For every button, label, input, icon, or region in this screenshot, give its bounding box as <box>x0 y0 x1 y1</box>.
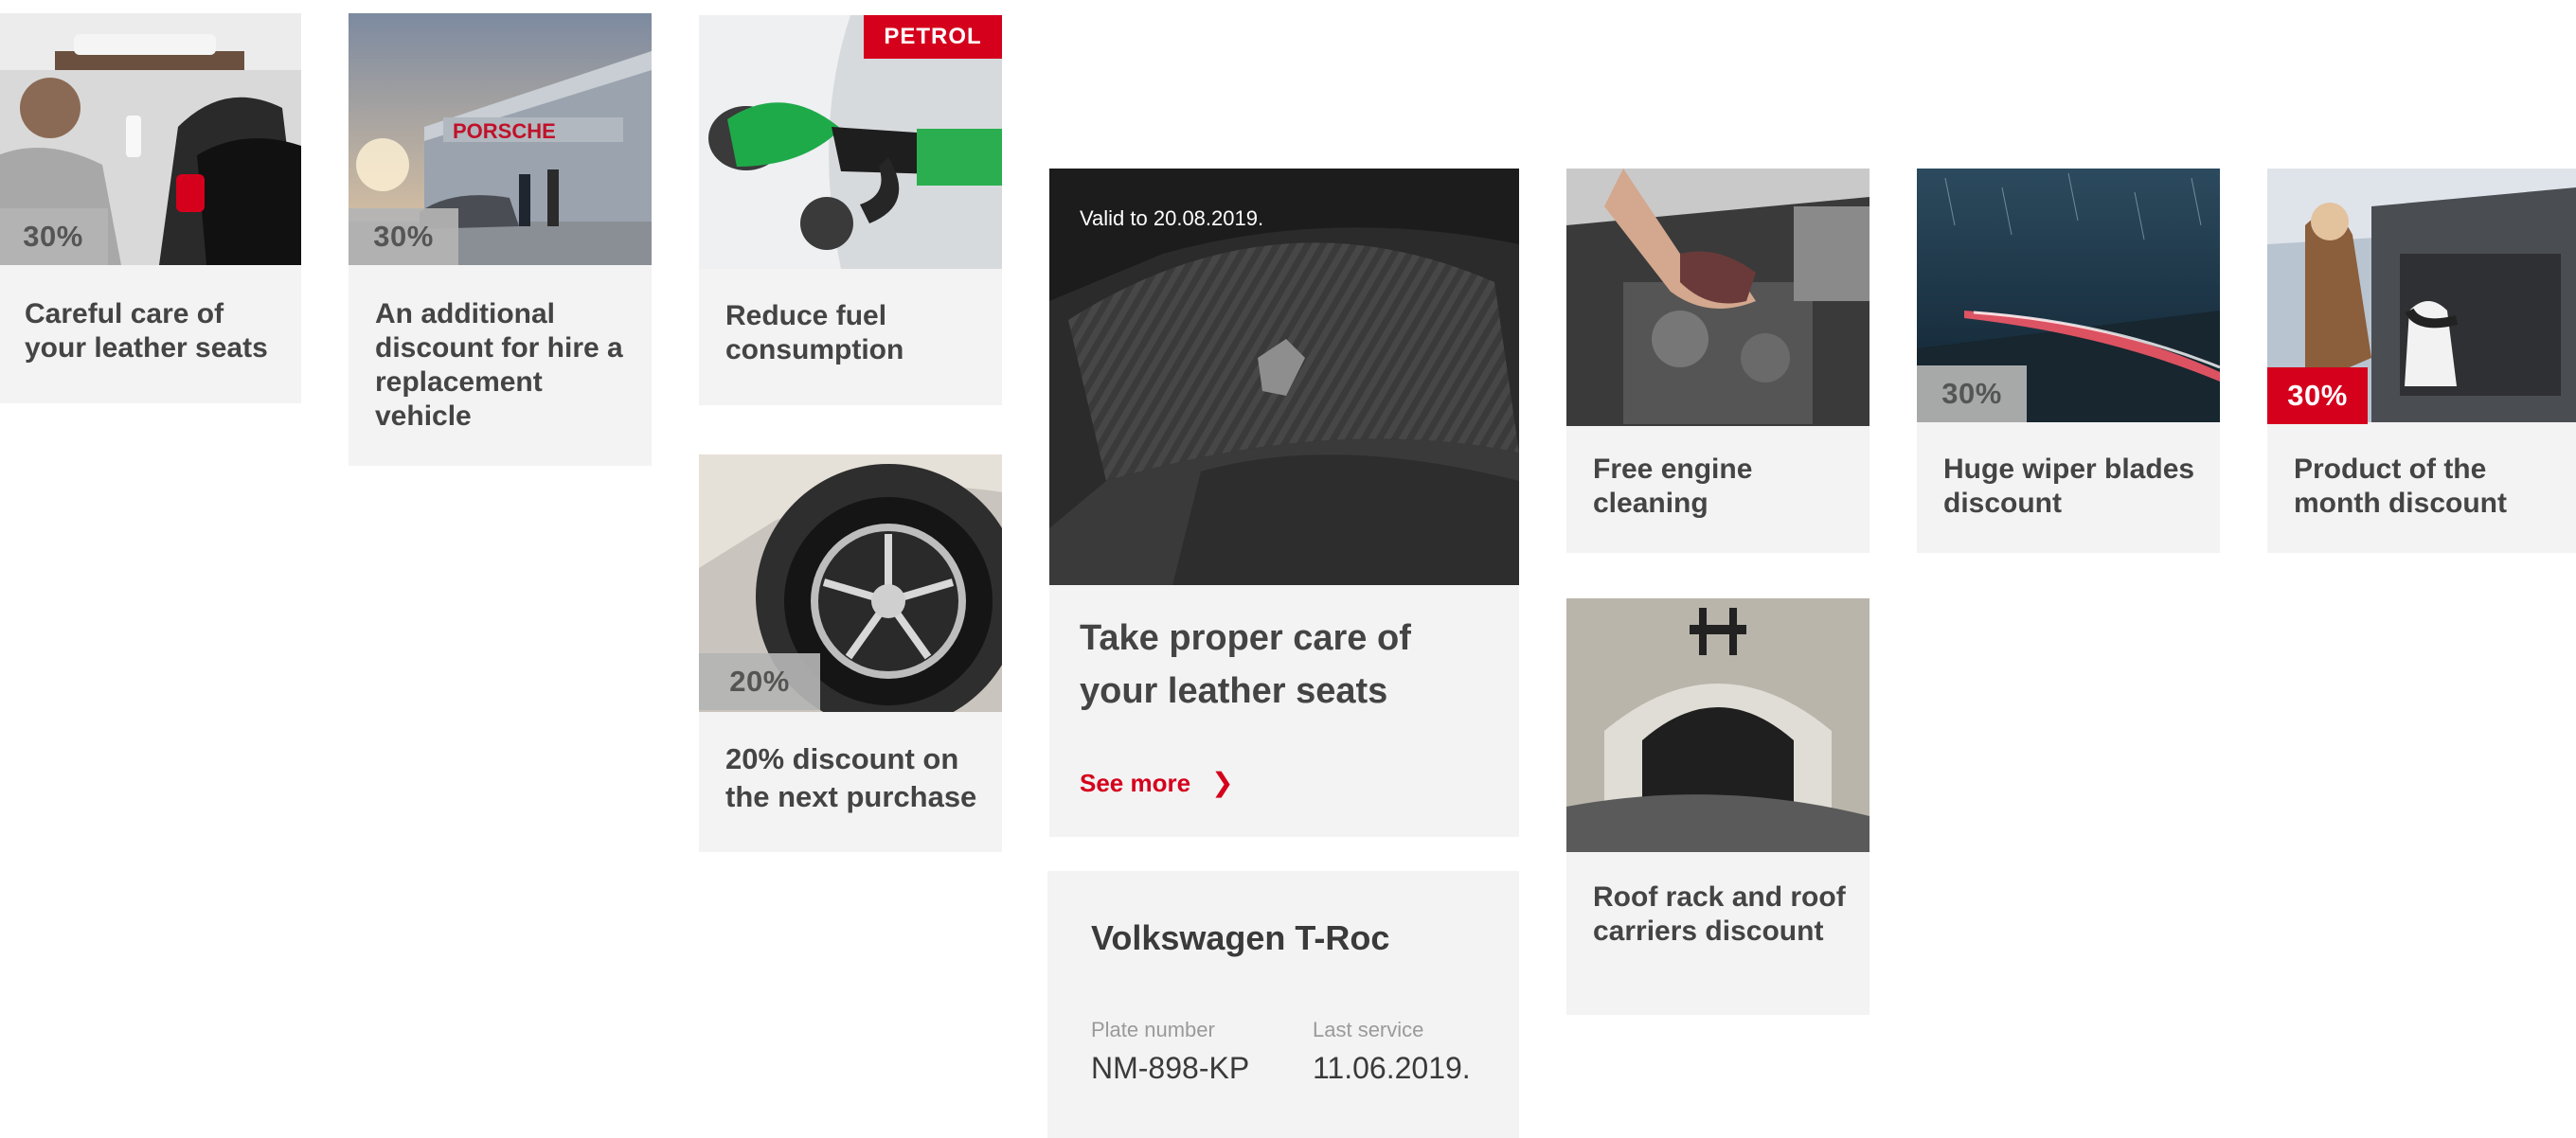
offer-card-replacement-vehicle[interactable]: PORSCHE 30% An additional discount for h… <box>349 13 652 466</box>
see-more-label: See more <box>1080 769 1191 797</box>
offer-title: Careful care of your leather seats <box>25 298 268 364</box>
vehicle-name: Volkswagen T-Roc <box>1091 918 1390 957</box>
discount-badge: 30% <box>1917 365 2027 422</box>
petrol-tag: PETROL <box>864 15 1002 59</box>
offer-title: Free engine cleaning <box>1593 453 1753 519</box>
offer-card-wiper-blades[interactable]: 30% Huge wiper blades discount <box>1917 169 2220 553</box>
offer-card-roof-rack[interactable]: Roof rack and roof carriers discount <box>1566 598 1869 1015</box>
offer-title: Huge wiper blades discount <box>1943 453 2195 519</box>
discount-badge: 20% <box>699 653 820 710</box>
discount-badge: 30% <box>0 208 108 265</box>
discount-badge: 30% <box>349 208 458 265</box>
plate-number-value: NM-898-KP <box>1091 1051 1250 1085</box>
last-service-label: Last service <box>1313 1018 1424 1041</box>
offer-card-leather-seats[interactable]: 30% Careful care of your leather seats <box>0 13 301 403</box>
offer-title: 20% discount on the next purchase <box>725 742 977 813</box>
offer-card-reduce-fuel[interactable]: PETROL Reduce fuel consumption <box>699 15 1002 405</box>
chevron-right-icon: ❯ <box>1211 768 1234 797</box>
offer-title: Product of the month discount <box>2294 453 2507 519</box>
offer-title: An additional discount for hire a replac… <box>375 298 623 432</box>
offer-title: Reduce fuel consumption <box>725 300 904 365</box>
last-service-value: 11.06.2019. <box>1313 1051 1471 1085</box>
svg-text:PORSCHE: PORSCHE <box>453 119 556 143</box>
offer-card-next-purchase[interactable]: 20% 20% discount on the next purchase <box>699 454 1002 852</box>
offer-card-product-of-month[interactable]: 30% Product of the month discount <box>2267 169 2576 553</box>
valid-date: Valid to 20.08.2019. <box>1080 206 1264 230</box>
discount-badge: 30% <box>2267 367 2368 424</box>
featured-title: Take proper care of your leather seats <box>1080 618 1411 711</box>
featured-image <box>1049 169 1519 585</box>
vehicle-card: Volkswagen T-Roc Plate number NM-898-KP … <box>1047 871 1519 1138</box>
offer-image <box>1566 169 1869 426</box>
offer-card-engine-cleaning[interactable]: Free engine cleaning <box>1566 169 1869 553</box>
plate-number-label: Plate number <box>1091 1018 1215 1041</box>
see-more-link[interactable]: See more ❯ <box>1080 767 1234 798</box>
offer-image <box>1566 598 1869 852</box>
offer-title: Roof rack and roof carriers discount <box>1593 881 1846 947</box>
featured-offer-card[interactable]: Valid to 20.08.2019. Take proper care of… <box>1049 169 1519 837</box>
